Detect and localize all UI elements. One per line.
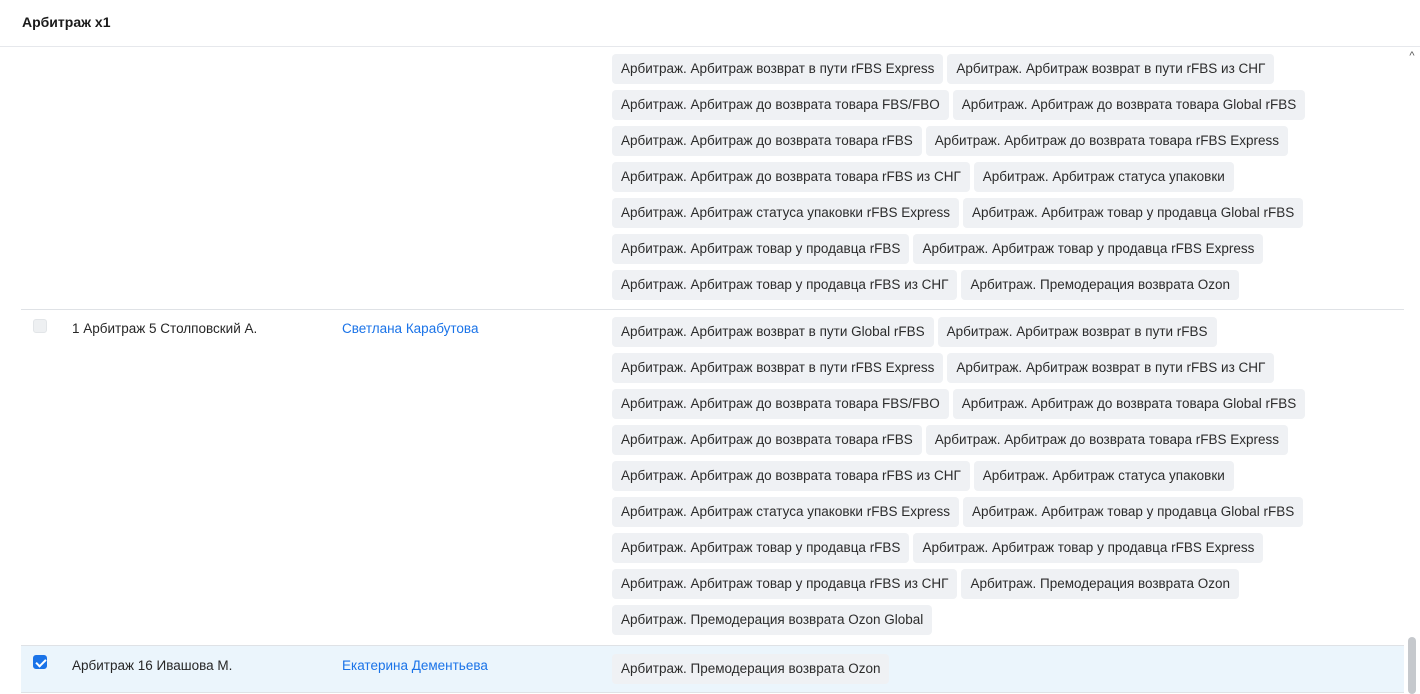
row-checkbox[interactable] xyxy=(33,655,47,669)
tag-line: Арбитраж. Арбитраж возврат в пути Global… xyxy=(612,317,1372,353)
tag: Арбитраж. Премодерация возврата Ozon xyxy=(961,569,1239,599)
tag: Арбитраж. Арбитраж до возврата товара rF… xyxy=(612,425,922,455)
tag: Арбитраж. Арбитраж товар у продавца rFBS xyxy=(612,533,910,563)
tag-list: Арбитраж. Арбитраж возврат в пути rFBS E… xyxy=(612,54,1372,306)
row-name: 1 Арбитраж 5 Столповский А. xyxy=(72,321,258,336)
tag: Арбитраж. Арбитраж товар у продавца rFBS… xyxy=(612,569,958,599)
tag: Арбитраж. Арбитраж товар у продавца rFBS xyxy=(612,234,910,264)
tag: Арбитраж. Арбитраж возврат в пути rFBS E… xyxy=(612,54,944,84)
table-row: Арбитраж. Арбитраж возврат в пути rFBS E… xyxy=(21,47,1404,309)
row-user-link[interactable]: Светлана Карабутова xyxy=(342,321,478,336)
tag: Арбитраж. Арбитраж до возврата товара FB… xyxy=(612,389,949,419)
tag: Арбитраж. Арбитраж товар у продавца rFBS… xyxy=(612,270,958,300)
tag-line: Арбитраж. Арбитраж товар у продавца rFBS… xyxy=(612,270,1372,306)
tag: Арбитраж. Арбитраж до возврата товара Gl… xyxy=(952,389,1306,419)
tag: Арбитраж. Арбитраж возврат в пути rFBS xyxy=(937,317,1217,347)
tag-line: Арбитраж. Арбитраж до возврата товара rF… xyxy=(612,162,1372,198)
tag: Арбитраж. Арбитраж до возврата товара rF… xyxy=(925,126,1289,156)
tag: Арбитраж. Арбитраж до возврата товара FB… xyxy=(612,90,949,120)
tag: Арбитраж. Арбитраж возврат в пути rFBS и… xyxy=(947,353,1275,383)
tag-list: Арбитраж. Арбитраж возврат в пути Global… xyxy=(612,317,1372,641)
tag: Арбитраж. Премодерация возврата Ozon xyxy=(961,270,1239,300)
assignments-list[interactable]: Арбитраж. Арбитраж возврат в пути rFBS E… xyxy=(0,47,1404,694)
panel-title: Арбитраж x1 xyxy=(22,14,111,30)
tag-line: Арбитраж. Арбитраж статуса упаковки rFBS… xyxy=(612,198,1372,234)
tag: Арбитраж. Арбитраж товар у продавца Glob… xyxy=(963,497,1304,527)
tag: Арбитраж. Арбитраж возврат в пути rFBS и… xyxy=(947,54,1275,84)
tag: Арбитраж. Арбитраж до возврата товара rF… xyxy=(612,461,970,491)
tag-line: Арбитраж. Арбитраж возврат в пути rFBS E… xyxy=(612,54,1372,90)
tag-line: Арбитраж. Арбитраж товар у продавца rFBS… xyxy=(612,569,1372,605)
row-divider xyxy=(21,692,1404,693)
vertical-scrollbar[interactable]: ^ xyxy=(1404,47,1420,694)
tag-list: Арбитраж. Премодерация возврата Ozon xyxy=(612,654,1372,690)
tag-line: Арбитраж. Арбитраж до возврата товара rF… xyxy=(612,126,1372,162)
tag-line: Арбитраж. Арбитраж до возврата товара FB… xyxy=(612,389,1372,425)
tag: Арбитраж. Арбитраж до возврата товара Gl… xyxy=(952,90,1306,120)
table-row[interactable]: 1 Арбитраж 5 Столповский А. Светлана Кар… xyxy=(21,310,1404,645)
tag: Арбитраж. Арбитраж статуса упаковки xyxy=(973,162,1234,192)
tag-line: Арбитраж. Арбитраж статуса упаковки rFBS… xyxy=(612,497,1372,533)
scrollbar-thumb[interactable] xyxy=(1408,637,1416,694)
panel-header: Арбитраж x1 xyxy=(0,0,1420,47)
tag: Арбитраж. Арбитраж статуса упаковки rFBS… xyxy=(612,497,959,527)
tag-line: Арбитраж. Премодерация возврата Ozon xyxy=(612,654,1372,690)
tag: Арбитраж. Арбитраж возврат в пути Global… xyxy=(612,317,934,347)
tag: Арбитраж. Арбитраж статуса упаковки xyxy=(973,461,1234,491)
tag: Арбитраж. Арбитраж возврат в пути rFBS E… xyxy=(612,353,944,383)
tag-line: Арбитраж. Арбитраж товар у продавца rFBS… xyxy=(612,234,1372,270)
row-name: Арбитраж 16 Ивашова М. xyxy=(72,658,233,673)
tag-line: Арбитраж. Арбитраж до возврата товара FB… xyxy=(612,90,1372,126)
tag-line: Арбитраж. Арбитраж до возврата товара rF… xyxy=(612,425,1372,461)
tag-line: Арбитраж. Арбитраж до возврата товара rF… xyxy=(612,461,1372,497)
tag: Арбитраж. Премодерация возврата Ozon Glo… xyxy=(612,605,933,635)
tag: Арбитраж. Премодерация возврата Ozon xyxy=(612,654,890,684)
row-checkbox[interactable] xyxy=(33,319,47,333)
tag: Арбитраж. Арбитраж статуса упаковки rFBS… xyxy=(612,198,959,228)
tag: Арбитраж. Арбитраж товар у продавца rFBS… xyxy=(913,533,1264,563)
tag-line: Арбитраж. Арбитраж возврат в пути rFBS E… xyxy=(612,353,1372,389)
tag-line: Арбитраж. Премодерация возврата Ozon Glo… xyxy=(612,605,1372,641)
row-user-link[interactable]: Екатерина Дементьева xyxy=(342,658,488,673)
tag: Арбитраж. Арбитраж до возврата товара rF… xyxy=(612,162,970,192)
tag: Арбитраж. Арбитраж до возврата товара rF… xyxy=(925,425,1289,455)
tag: Арбитраж. Арбитраж товар у продавца rFBS… xyxy=(913,234,1264,264)
tag: Арбитраж. Арбитраж товар у продавца Glob… xyxy=(963,198,1304,228)
tag-line: Арбитраж. Арбитраж товар у продавца rFBS… xyxy=(612,533,1372,569)
table-row[interactable]: Арбитраж 16 Ивашова М. Екатерина Дементь… xyxy=(21,646,1404,692)
tag: Арбитраж. Арбитраж до возврата товара rF… xyxy=(612,126,922,156)
chevron-up-icon[interactable]: ^ xyxy=(1407,51,1417,62)
